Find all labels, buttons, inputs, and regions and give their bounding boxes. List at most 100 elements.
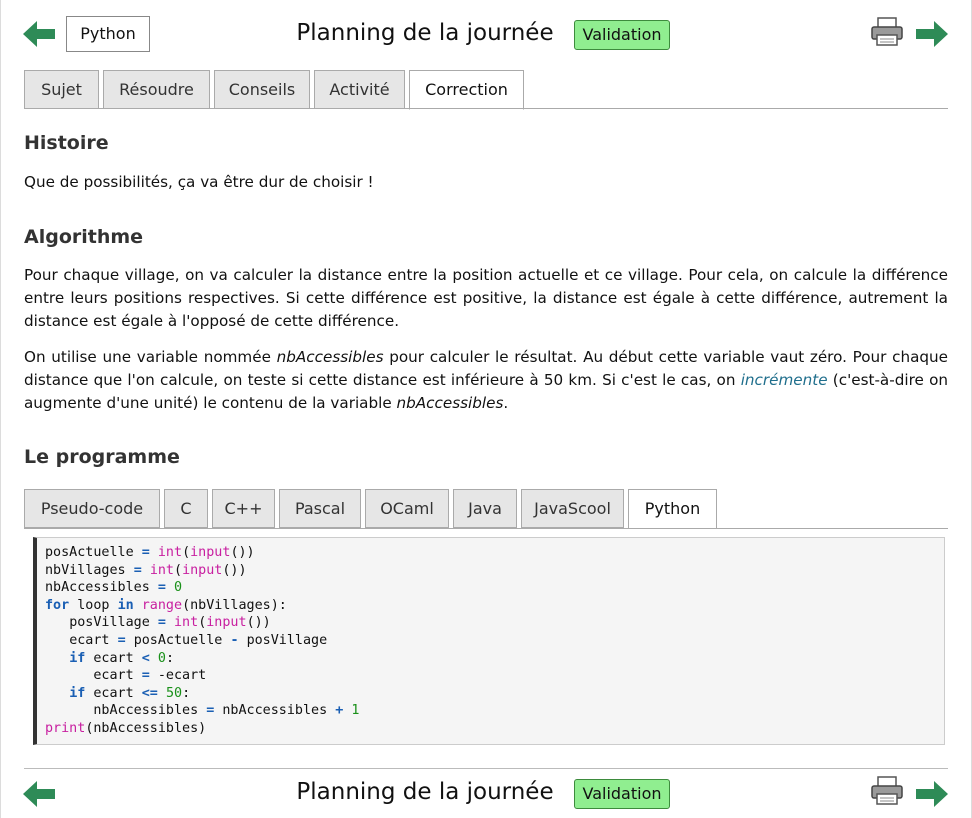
code-token: for xyxy=(45,597,70,613)
code-token: input xyxy=(206,615,247,631)
code-token: (nbAccessibles) xyxy=(85,720,207,736)
code-token: ecart xyxy=(69,632,110,648)
code-token: ( xyxy=(182,545,191,560)
code-token: ecart xyxy=(93,685,134,701)
code-token: in xyxy=(117,597,134,613)
code-line-4: for loop in range(nbVillages): xyxy=(45,598,287,613)
code-token: ecart xyxy=(93,650,134,666)
text-span: . xyxy=(503,394,509,412)
code-token: print xyxy=(45,720,86,736)
code-token: nbAccessibles xyxy=(45,580,150,596)
code-token: = xyxy=(157,615,166,631)
code-token: ecart xyxy=(93,668,134,684)
validation-button[interactable]: Validation xyxy=(574,20,670,50)
previous-arrow-icon[interactable] xyxy=(23,20,55,48)
variable-name: nbAccessibles xyxy=(276,348,384,366)
code-line-7: if ecart < 0: xyxy=(69,651,174,666)
code-token: = xyxy=(141,668,150,684)
code-token: - xyxy=(230,632,239,648)
page-title: Planning de la journée xyxy=(296,20,554,46)
code-token: nbVillages xyxy=(45,562,126,578)
section-title-histoire: Histoire xyxy=(24,132,109,154)
code-token: < xyxy=(141,650,150,666)
code-token: nbAccessibles xyxy=(222,703,328,719)
code-token: (nbVillages): xyxy=(182,597,287,613)
top-navbar: Python Planning de la journée Validation xyxy=(0,16,972,58)
footer-page-title: Planning de la journée xyxy=(296,779,554,805)
printer-icon[interactable] xyxy=(870,17,904,47)
code-token: posVillage xyxy=(246,632,328,648)
tab-correction[interactable]: Correction xyxy=(409,70,524,110)
code-token: -ecart xyxy=(157,668,207,684)
code-token: = xyxy=(141,545,150,560)
code-token: input xyxy=(190,545,231,560)
code-line-5: posVillage = int(input()) xyxy=(69,615,271,630)
tab-cpp[interactable]: C++ xyxy=(212,489,275,528)
main-tabs: Sujet Résoudre Conseils Activité Correct… xyxy=(24,70,524,110)
algorithme-paragraph-2: On utilise une variable nommée nbAccessi… xyxy=(24,346,948,415)
tab-pascal[interactable]: Pascal xyxy=(279,489,361,528)
tab-python[interactable]: Python xyxy=(628,489,717,529)
tab-resoudre[interactable]: Résoudre xyxy=(103,70,210,109)
code-token: ( xyxy=(174,562,183,578)
code-token: int xyxy=(157,545,183,560)
python-code-block: posActuelle = int(input()) nbVillages = … xyxy=(33,537,945,745)
tab-pseudo-code[interactable]: Pseudo-code xyxy=(24,489,160,528)
code-token: loop xyxy=(77,597,110,613)
code-token: nbAccessibles xyxy=(93,703,199,719)
code-line-11: print(nbAccessibles) xyxy=(45,721,206,736)
code-language-tabs: Pseudo-code C C++ Pascal OCaml Java Java… xyxy=(24,489,717,529)
code-token: posActuelle xyxy=(45,545,134,560)
previous-arrow-icon[interactable] xyxy=(23,780,55,808)
code-token: = xyxy=(133,562,142,578)
code-token: posActuelle xyxy=(133,632,223,648)
tab-sujet[interactable]: Sujet xyxy=(24,70,99,109)
language-button[interactable]: Python xyxy=(66,16,150,52)
code-token: = xyxy=(117,632,126,648)
code-token: 1 xyxy=(351,703,360,719)
code-line-2: nbVillages = int(input()) xyxy=(45,563,247,578)
code-token: int xyxy=(149,562,174,578)
code-line-10: nbAccessibles = nbAccessibles + 1 xyxy=(93,703,359,718)
tab-javascool[interactable]: JavaScool xyxy=(521,489,624,528)
code-token: ()) xyxy=(230,545,255,560)
variable-name: nbAccessibles xyxy=(396,394,504,412)
text-span: On utilise une variable nommée xyxy=(24,348,277,366)
section-title-programme: Le programme xyxy=(24,446,180,468)
tab-conseils[interactable]: Conseils xyxy=(214,70,310,109)
code-token: ()) xyxy=(246,615,271,631)
footer-validation-button[interactable]: Validation xyxy=(574,779,670,809)
code-token: 50 xyxy=(165,685,183,701)
code-token: <= xyxy=(141,685,158,701)
section-title-algorithme: Algorithme xyxy=(24,226,144,248)
histoire-text: Que de possibilités, ça va être dur de c… xyxy=(24,173,374,191)
code-line-6: ecart = posActuelle - posVillage xyxy=(69,633,327,648)
code-token: ()) xyxy=(222,562,247,578)
code-token: 0 xyxy=(157,650,166,666)
tab-java[interactable]: Java xyxy=(453,489,517,528)
next-arrow-icon[interactable] xyxy=(916,780,948,808)
bottom-navbar: Planning de la journée Validation xyxy=(0,775,972,817)
incremente-link[interactable]: incrémente xyxy=(741,371,828,389)
code-token: 0 xyxy=(174,580,183,596)
code-line-1: posActuelle = int(input()) xyxy=(45,545,255,560)
code-token: if xyxy=(69,685,86,701)
tab-c[interactable]: C xyxy=(164,489,208,528)
code-token: = xyxy=(157,580,166,596)
code-token: range xyxy=(141,597,183,613)
printer-icon[interactable] xyxy=(870,776,904,806)
code-token: = xyxy=(206,703,215,719)
tab-ocaml[interactable]: OCaml xyxy=(365,489,449,528)
next-arrow-icon[interactable] xyxy=(916,20,948,48)
code-line-9: if ecart <= 50: xyxy=(69,686,190,701)
tab-activite[interactable]: Activité xyxy=(314,70,405,109)
main-tabs-baseline xyxy=(24,108,948,109)
code-tabs-baseline xyxy=(24,528,948,529)
code-token: posVillage xyxy=(69,615,150,631)
code-token: : xyxy=(182,685,191,701)
code-token: if xyxy=(69,650,86,666)
code-token: + xyxy=(335,703,344,719)
code-token: int xyxy=(174,615,199,631)
footer-divider xyxy=(24,768,948,769)
code-line-3: nbAccessibles = 0 xyxy=(45,580,182,595)
